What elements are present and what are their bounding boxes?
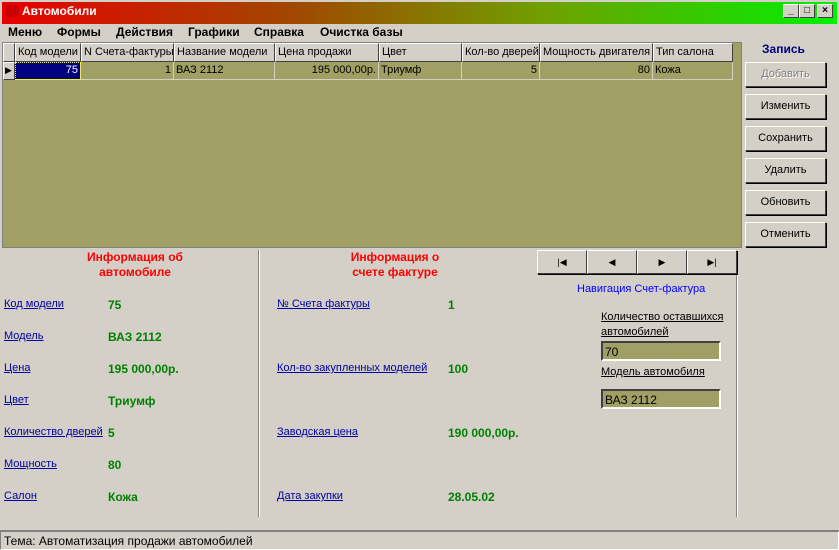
column-header[interactable]: N Счета-фактуры xyxy=(81,43,174,62)
column-header[interactable]: Код модели xyxy=(15,43,81,62)
cancel-button[interactable]: Отменить xyxy=(745,222,826,247)
table-cell[interactable]: 75 xyxy=(15,62,81,80)
invoice-info-title-line: Информация о xyxy=(350,250,440,264)
close-button[interactable]: × xyxy=(817,4,833,18)
remaining-cars-field[interactable]: 70 xyxy=(601,341,721,361)
first-icon: |◀ xyxy=(557,257,567,267)
navigation-label: Навигация Счет-фактура xyxy=(577,283,706,295)
invoice-info-title-line: счете фактуре xyxy=(352,265,438,279)
menu-item-forms[interactable]: Формы xyxy=(57,25,101,39)
table-cell[interactable]: Кожа xyxy=(653,62,733,80)
column-header[interactable]: Цвет xyxy=(379,43,462,62)
separator xyxy=(0,517,839,531)
table-cell[interactable]: 80 xyxy=(540,62,653,80)
table-cell[interactable]: 195 000,00р. xyxy=(275,62,379,80)
column-header[interactable]: Цена продажи xyxy=(275,43,379,62)
label-factory-price[interactable]: Заводская цена xyxy=(277,426,358,438)
add-button[interactable]: Добавить xyxy=(745,62,826,87)
label-invoice-number[interactable]: № Счета фактуры xyxy=(277,298,370,310)
remaining-cars-label: Количество оставшихся автомобилей xyxy=(601,310,723,340)
delete-button[interactable]: Удалить xyxy=(745,158,826,183)
label-doors[interactable]: Количество дверей xyxy=(4,426,103,438)
refresh-button[interactable]: Обновить xyxy=(745,190,826,215)
label-color[interactable]: Цвет xyxy=(4,394,29,406)
car-info-title-line: автомобиле xyxy=(99,265,171,279)
save-button[interactable]: Сохранить xyxy=(745,126,826,151)
value-doors: 5 xyxy=(108,426,115,440)
table-cell[interactable]: ВАЗ 2112 xyxy=(174,62,275,80)
menu-item-actions[interactable]: Действия xyxy=(116,25,173,39)
value-model-code: 75 xyxy=(108,298,122,312)
first-record-button[interactable]: |◀ xyxy=(537,250,587,274)
value-invoice-number: 1 xyxy=(448,298,455,312)
current-row-indicator-icon: ▶ xyxy=(3,62,15,80)
menu-item-help[interactable]: Справка xyxy=(254,25,304,39)
column-header[interactable]: Название модели xyxy=(174,43,275,62)
prev-icon: ◀ xyxy=(608,257,616,267)
car-model-field[interactable]: ВАЗ 2112 xyxy=(601,389,721,409)
value-interior: Кожа xyxy=(108,490,138,504)
table-cell[interactable]: 1 xyxy=(81,62,174,80)
label-price[interactable]: Цена xyxy=(4,362,30,374)
maximize-button[interactable]: □ xyxy=(799,4,815,18)
value-power: 80 xyxy=(108,458,122,472)
data-grid[interactable]: Код модели N Счета-фактуры Название моде… xyxy=(2,42,742,248)
remaining-label-line: автомобилей xyxy=(601,326,669,338)
title-bar xyxy=(0,0,839,24)
value-price: 195 000,00р. xyxy=(108,362,179,376)
minimize-button[interactable]: _ xyxy=(783,4,799,18)
divider xyxy=(258,250,260,517)
next-icon: ▶ xyxy=(658,257,666,267)
car-info-title: Информация об автомобиле xyxy=(60,250,210,280)
value-color: Триумф xyxy=(108,394,156,408)
car-model-label: Модель автомобиля xyxy=(601,366,705,378)
table-cell[interactable]: 5 xyxy=(462,62,540,80)
record-panel-title: Запись xyxy=(762,42,805,56)
last-icon: ▶| xyxy=(707,257,717,267)
divider xyxy=(736,250,738,517)
window-title: Автомобили xyxy=(22,4,97,18)
prev-record-button[interactable]: ◀ xyxy=(587,250,637,274)
table-cell[interactable]: Триумф xyxy=(379,62,462,80)
label-interior[interactable]: Салон xyxy=(4,490,37,502)
value-purchase-date: 28.05.02 xyxy=(448,490,495,504)
status-bar: Тема: Автоматизация продажи автомобилей xyxy=(0,531,839,550)
column-header[interactable]: Кол-во дверей xyxy=(462,43,540,62)
column-header[interactable]: Тип салона xyxy=(653,43,733,62)
menu-item-clear-db[interactable]: Очистка базы xyxy=(320,25,403,39)
menu-item-charts[interactable]: Графики xyxy=(188,25,240,39)
menu-item-menu[interactable]: Меню xyxy=(8,25,42,39)
value-purchased-count: 100 xyxy=(448,362,469,376)
invoice-info-title: Информация о счете фактуре xyxy=(320,250,470,280)
edit-button[interactable]: Изменить xyxy=(745,94,826,119)
next-record-button[interactable]: ▶ xyxy=(637,250,687,274)
label-model[interactable]: Модель xyxy=(4,330,43,342)
value-factory-price: 190 000,00р. xyxy=(448,426,519,440)
car-info-title-line: Информация об xyxy=(87,250,183,264)
label-purchase-date[interactable]: Дата закупки xyxy=(277,490,343,502)
label-model-code[interactable]: Код модели xyxy=(4,298,64,310)
label-power[interactable]: Мощность xyxy=(4,458,57,470)
row-indicator-header xyxy=(3,43,15,62)
value-model: ВАЗ 2112 xyxy=(108,330,162,344)
column-header[interactable]: Мощность двигателя xyxy=(540,43,653,62)
last-record-button[interactable]: ▶| xyxy=(687,250,737,274)
menu-bar: Меню Формы Действия Графики Справка Очис… xyxy=(0,22,839,42)
car-icon xyxy=(5,5,19,17)
remaining-label-line: Количество оставшихся xyxy=(601,311,724,323)
label-purchased-count[interactable]: Кол-во закупленных моделей xyxy=(277,362,427,374)
